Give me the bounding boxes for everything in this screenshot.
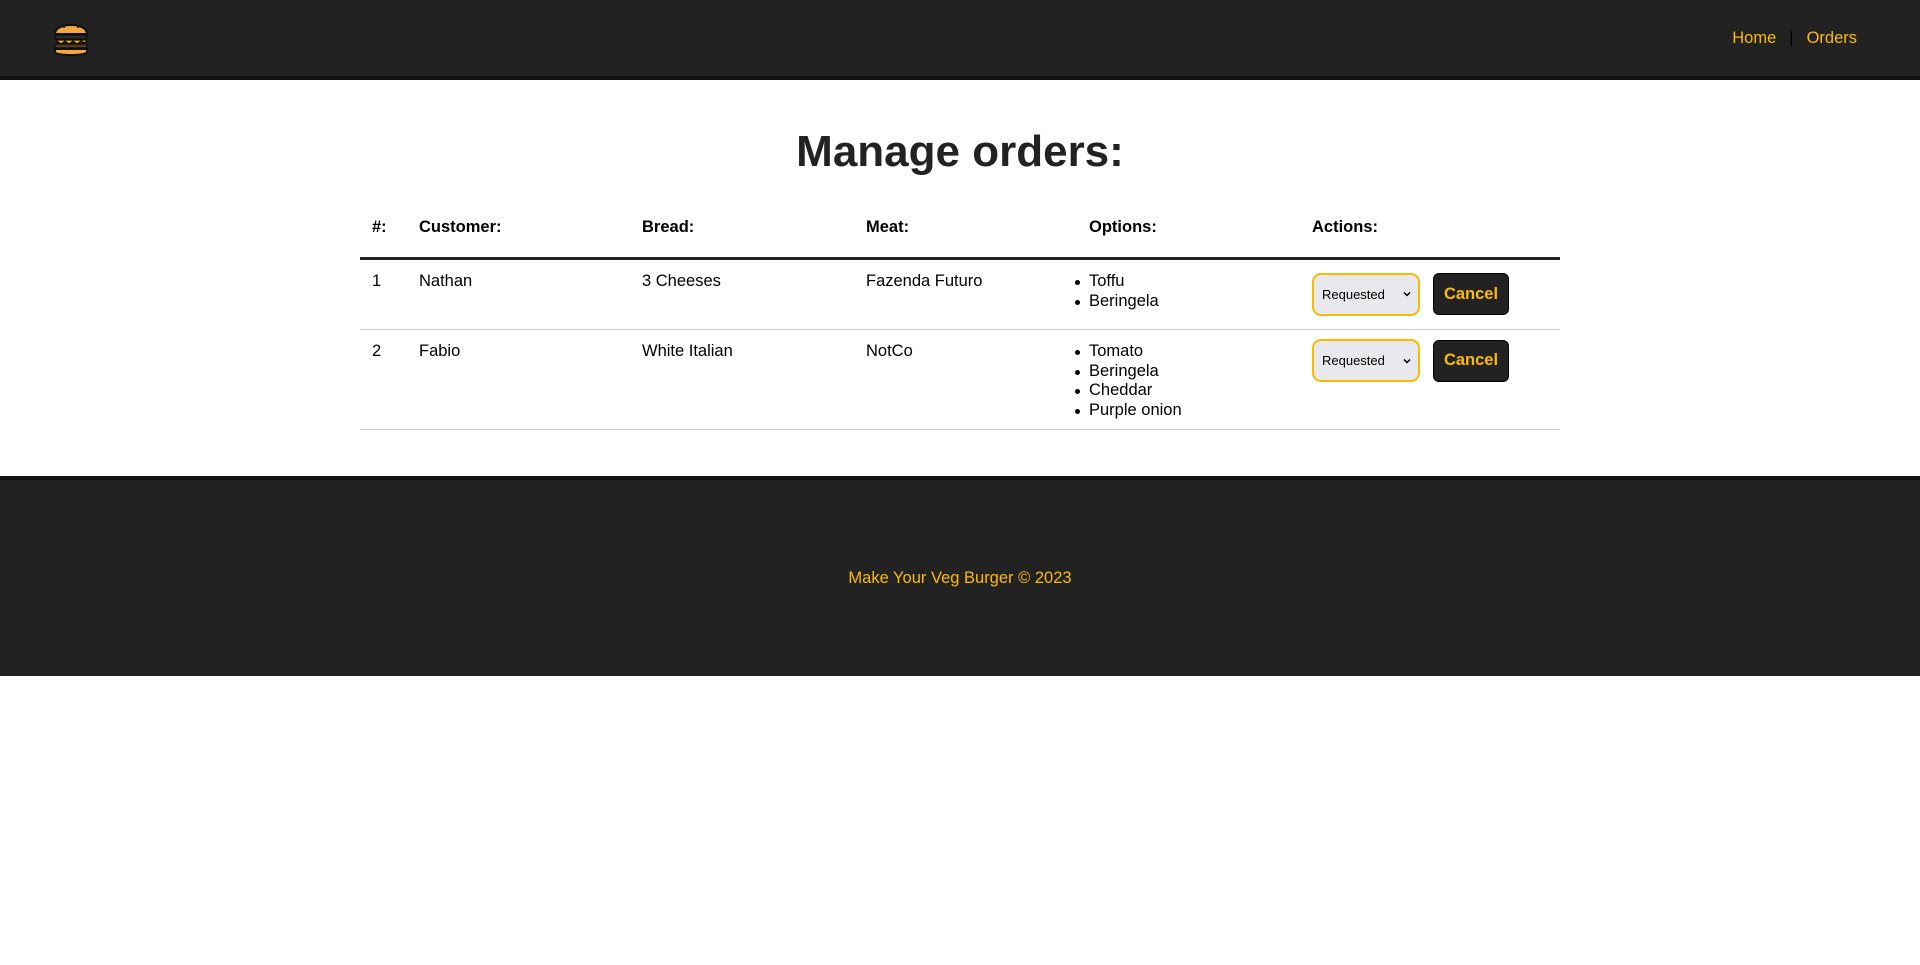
- order-meat: NotCo: [866, 342, 913, 360]
- chevron-down-icon: [1403, 358, 1411, 364]
- chevron-down-icon: [1403, 291, 1411, 297]
- order-bread: White Italian: [642, 342, 733, 360]
- nav-orders-link[interactable]: Orders: [1807, 29, 1857, 48]
- status-select-value: Requested: [1322, 286, 1385, 302]
- orders-table: #: Customer: Bread: Meat: Options: Actio…: [360, 218, 1560, 430]
- order-number: 2: [372, 342, 382, 360]
- options-list: Tomato Beringela Cheddar Purple onion: [1075, 342, 1312, 421]
- order-customer: Nathan: [419, 272, 473, 290]
- header-customer: Customer:: [419, 218, 502, 236]
- table-row: 1 Nathan 3 Cheeses Fazenda Futuro Toffu …: [360, 260, 1560, 330]
- table-header-row: #: Customer: Bread: Meat: Options: Actio…: [360, 218, 1560, 260]
- option-item: Cheddar: [1075, 381, 1312, 401]
- order-bread: 3 Cheeses: [642, 272, 721, 290]
- burger-icon[interactable]: [52, 17, 90, 59]
- navbar: Home | Orders: [0, 0, 1920, 80]
- option-item: Beringela: [1075, 292, 1312, 312]
- order-number: 1: [372, 272, 382, 290]
- order-options: Toffu Beringela: [1075, 272, 1312, 319]
- nav-home-link[interactable]: Home: [1732, 29, 1776, 48]
- header-options: Options:: [1089, 218, 1157, 236]
- footer-copyright: Make Your Veg Burger © 2023: [848, 568, 1072, 587]
- order-options: Tomato Beringela Cheddar Purple onion: [1075, 342, 1312, 421]
- page-title: Manage orders:: [796, 127, 1124, 176]
- main-content: Manage orders: #: Customer: Bread: Meat:…: [0, 80, 1920, 476]
- status-select[interactable]: Requested: [1312, 339, 1420, 382]
- order-actions: Requested Cancel: [1312, 339, 1560, 382]
- header-meat: Meat:: [866, 218, 910, 236]
- option-item: Beringela: [1075, 362, 1312, 382]
- header-number: #:: [372, 218, 387, 236]
- cancel-order-button[interactable]: Cancel: [1433, 273, 1509, 315]
- order-meat: Fazenda Futuro: [866, 272, 983, 290]
- status-select-value: Requested: [1322, 353, 1385, 368]
- status-select[interactable]: Requested: [1312, 272, 1420, 316]
- footer: Make Your Veg Burger © 2023: [0, 476, 1920, 676]
- option-item: Purple onion: [1075, 401, 1312, 421]
- header-bread: Bread:: [642, 218, 695, 236]
- table-row: 2 Fabio White Italian NotCo Tomato Berin…: [360, 330, 1560, 430]
- header-actions: Actions:: [1312, 218, 1378, 236]
- option-item: Toffu: [1075, 272, 1312, 292]
- nav-separator: |: [1789, 28, 1794, 47]
- order-customer: Fabio: [419, 342, 461, 360]
- cancel-order-button[interactable]: Cancel: [1433, 339, 1509, 382]
- nav-links: Home | Orders: [1732, 29, 1857, 48]
- order-actions: Requested Cancel: [1312, 269, 1560, 319]
- options-list: Toffu Beringela: [1075, 272, 1312, 312]
- option-item: Tomato: [1075, 342, 1312, 362]
